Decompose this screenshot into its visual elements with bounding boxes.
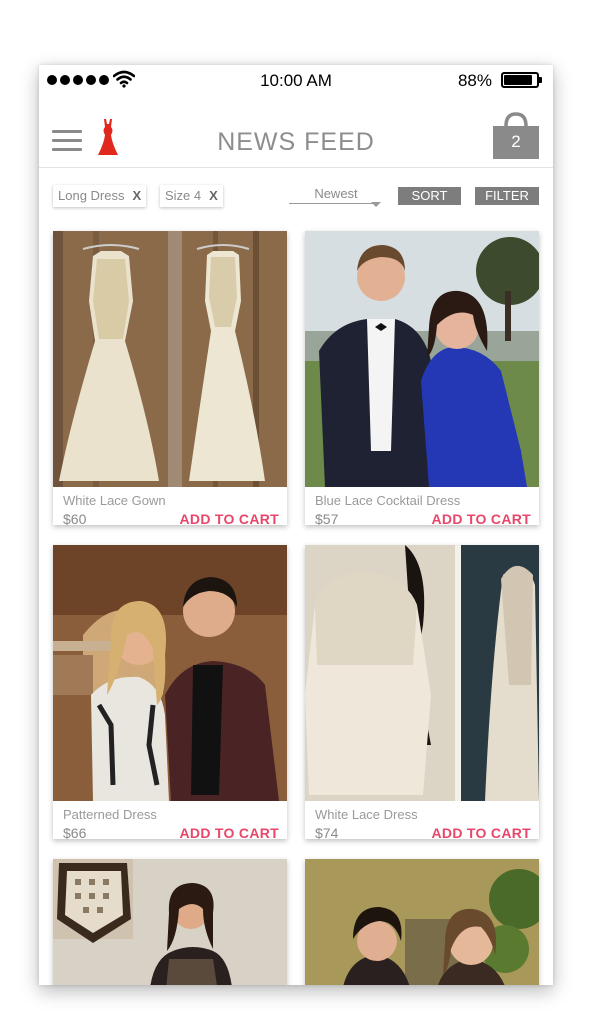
page-title: NEWS FEED (217, 128, 375, 156)
product-image-white-lace-dress[interactable] (305, 545, 539, 801)
product-card[interactable]: Patterned Dress $66 ADD TO CART (53, 545, 287, 841)
product-price: $57 (315, 511, 339, 527)
dropdown-caret-icon (371, 202, 381, 207)
product-card[interactable]: Blue Lace Cocktail Dress $57 ADD TO CART (305, 231, 539, 527)
app-header: NEWS FEED 2 (39, 95, 553, 168)
filter-bar: Long Dress X Size 4 X Newest SORT FILTER (39, 183, 553, 209)
remove-filter-button[interactable]: X (209, 188, 218, 203)
product-name: White Lace Dress (315, 807, 418, 822)
phone-screen: 10:00 AM 88% NEWS FEED 2 Long Dress X Siz… (39, 65, 553, 985)
filter-chip-long-dress: Long Dress X (53, 185, 147, 207)
product-card[interactable]: White Lace Dress $74 ADD TO CART (305, 545, 539, 841)
add-to-cart-button[interactable]: ADD TO CART (180, 511, 279, 527)
product-image[interactable] (53, 859, 287, 985)
background-title-remnant (0, 6, 600, 42)
product-image-blue-lace-cocktail-dress[interactable] (305, 231, 539, 487)
sort-selected-value: Newest (314, 186, 358, 201)
sort-dropdown[interactable]: Newest (289, 185, 383, 207)
product-card[interactable] (53, 859, 287, 985)
product-image-white-lace-gown[interactable] (53, 231, 287, 487)
cart-count-badge: 2 (511, 132, 521, 151)
battery-percentage: 88% (457, 71, 492, 90)
product-price: $66 (63, 825, 87, 841)
add-to-cart-button[interactable]: ADD TO CART (432, 511, 531, 527)
filter-chip-size: Size 4 X (160, 185, 223, 207)
product-price: $60 (63, 511, 87, 527)
product-card[interactable] (305, 859, 539, 985)
filter-button[interactable]: FILTER (475, 187, 539, 205)
filter-chip-label: Long Dress (58, 188, 125, 203)
product-name: White Lace Gown (63, 493, 166, 508)
add-to-cart-button[interactable]: ADD TO CART (432, 825, 531, 841)
filter-chip-label: Size 4 (165, 188, 202, 203)
sort-button[interactable]: SORT (398, 187, 461, 205)
product-name: Blue Lace Cocktail Dress (315, 493, 461, 508)
product-image-patterned-dress[interactable] (53, 545, 287, 801)
product-price: $74 (315, 825, 339, 841)
status-bar: 10:00 AM 88% (39, 65, 553, 95)
add-to-cart-button[interactable]: ADD TO CART (180, 825, 279, 841)
product-image[interactable] (305, 859, 539, 985)
product-card[interactable]: White Lace Gown $60 ADD TO CART (53, 231, 287, 527)
remove-filter-button[interactable]: X (132, 188, 141, 203)
shopping-bag-icon[interactable]: 2 (493, 111, 539, 159)
battery-icon (501, 72, 542, 88)
product-name: Patterned Dress (63, 807, 157, 822)
